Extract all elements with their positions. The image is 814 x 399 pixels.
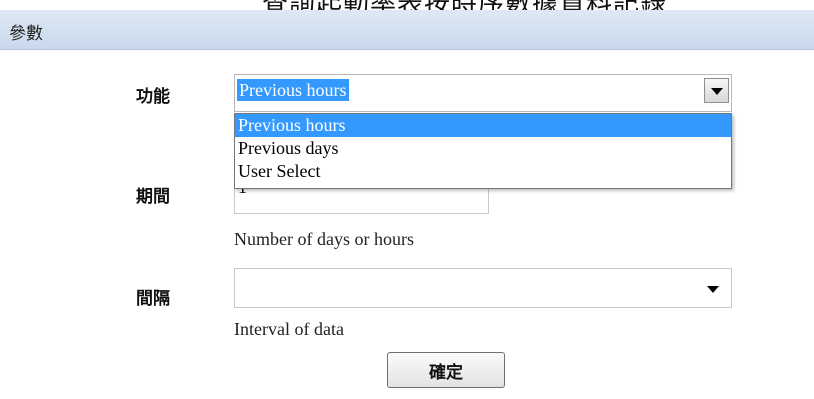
panel-header: 參數 (0, 10, 814, 50)
chevron-down-icon[interactable] (707, 286, 719, 293)
function-select[interactable]: Previous hours (234, 74, 732, 112)
interval-select[interactable] (234, 268, 732, 308)
dropdown-option-previous-days[interactable]: Previous days (235, 137, 731, 160)
period-label: 期間 (136, 187, 170, 207)
ok-button[interactable]: 確定 (387, 352, 505, 388)
interval-hint: Interval of data (234, 319, 344, 339)
period-hint: Number of days or hours (234, 229, 414, 249)
dropdown-option-previous-hours[interactable]: Previous hours (235, 114, 731, 137)
function-dropdown-button[interactable] (704, 78, 729, 103)
function-select-value: Previous hours (237, 79, 349, 101)
function-dropdown-list[interactable]: Previous hours Previous days User Select (234, 113, 732, 189)
chevron-down-icon (711, 88, 723, 95)
function-label: 功能 (136, 87, 170, 107)
interval-label: 間隔 (136, 289, 170, 309)
dropdown-option-user-select[interactable]: User Select (235, 160, 731, 183)
panel-title: 參數 (9, 24, 43, 44)
